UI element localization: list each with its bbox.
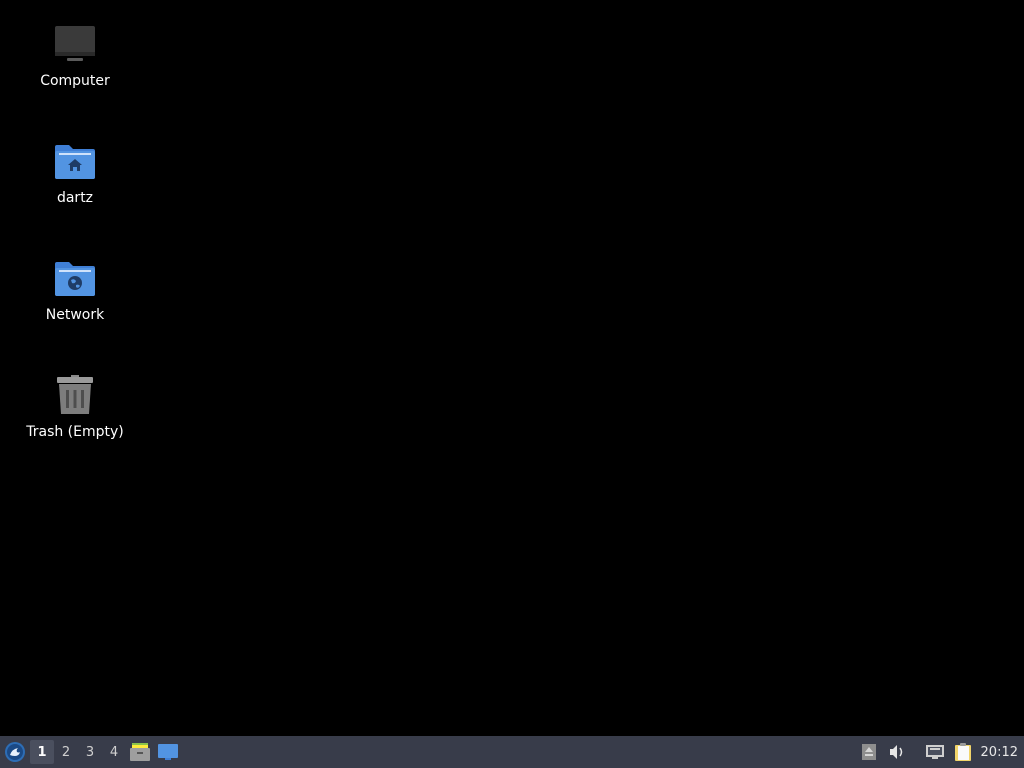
show-desktop-icon: [158, 744, 178, 760]
workspace-2-button[interactable]: 2: [54, 740, 78, 764]
computer-icon: [51, 20, 99, 68]
applications-menu-button[interactable]: [0, 736, 30, 768]
workspace-1-button[interactable]: 1: [30, 740, 54, 764]
taskbar-panel: 1 2 3 4 20:12: [0, 736, 1024, 768]
removable-media-icon: [861, 744, 876, 760]
desktop-icon-label: Computer: [40, 73, 110, 89]
file-manager-launcher[interactable]: [126, 736, 154, 768]
desktop-icon-network[interactable]: Network: [15, 254, 135, 324]
desktop-icon-computer[interactable]: Computer: [15, 20, 135, 90]
panel-clock[interactable]: 20:12: [977, 745, 1024, 760]
network-status-button[interactable]: [921, 736, 949, 768]
volume-button[interactable]: [883, 736, 911, 768]
network-wired-icon: [925, 745, 944, 759]
xfce-menu-icon: [5, 742, 25, 762]
desktop-icon-label: dartz: [56, 190, 94, 206]
clipboard-button[interactable]: [949, 736, 977, 768]
desktop-icon-trash[interactable]: Trash (Empty): [15, 371, 135, 441]
desktop-icon-home[interactable]: dartz: [15, 137, 135, 207]
home-folder-icon: [51, 137, 99, 185]
network-folder-icon: [51, 254, 99, 302]
panel-right-section: 20:12: [855, 736, 1024, 768]
desktop-icon-label: Trash (Empty): [26, 424, 124, 440]
trash-icon: [51, 371, 99, 419]
desktop[interactable]: Computer dartz Network Trash (Empty): [0, 0, 1024, 736]
workspace-4-button[interactable]: 4: [102, 740, 126, 764]
desktop-icon-label: Network: [45, 307, 105, 323]
volume-icon: [889, 745, 902, 759]
workspace-3-button[interactable]: 3: [78, 740, 102, 764]
clipboard-icon: [954, 743, 971, 761]
removable-media-button[interactable]: [855, 736, 883, 768]
file-manager-icon: [130, 743, 150, 761]
panel-left-section: 1 2 3 4: [0, 736, 182, 768]
show-desktop-launcher[interactable]: [154, 736, 182, 768]
